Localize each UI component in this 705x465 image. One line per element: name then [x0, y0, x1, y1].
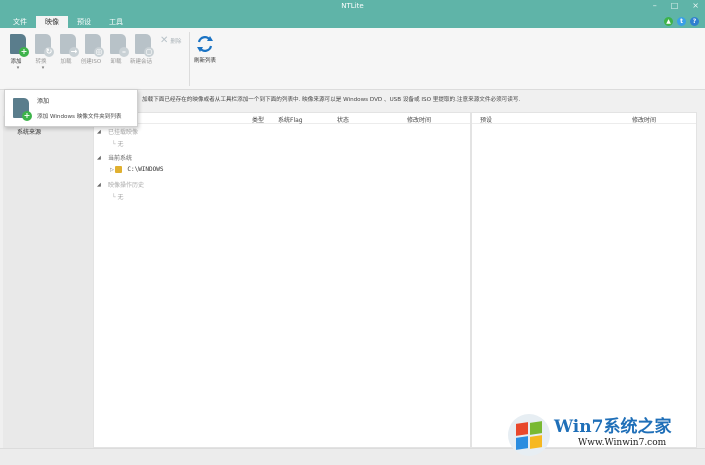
column-header-preset[interactable]: 预设 [480, 115, 492, 124]
load-label: 加载 [60, 59, 72, 65]
iso-icon: ◎ [85, 34, 104, 57]
watermark-url: Www.Winwin7.com [578, 438, 667, 448]
convert-label: 转换 [35, 59, 47, 65]
load-button[interactable]: → 加载 [56, 34, 80, 65]
add-button[interactable]: + 添加 ▾ [6, 34, 30, 71]
column-header-type[interactable]: 类型 [252, 115, 264, 124]
column-header-arch[interactable]: 系统Flag [278, 115, 303, 124]
title-icons: ▲ t ? [664, 17, 699, 26]
app-window: NTLite – □ × 文件 映像 预设 工具 ▲ t ? + 添加 ▾ ↻ … [0, 0, 705, 465]
tree-group-label: 已挂载映像 [108, 129, 139, 136]
column-header-preset-modified[interactable]: 修改时间 [632, 115, 656, 124]
tree-item-label: C:\WINDOWS [127, 166, 164, 173]
drive-icon [115, 166, 123, 173]
tree-child-label: 无 [117, 194, 124, 201]
tree-child-label: 无 [117, 141, 124, 148]
tree-group-mounted[interactable]: ◢ 已挂载映像 [97, 127, 138, 136]
column-header-modified[interactable]: 修改时间 [407, 115, 431, 124]
window-controls: – □ × [653, 1, 699, 10]
sidebar-item-system-source[interactable]: 系统来源 [17, 127, 41, 136]
delete-button[interactable]: ✕ 删除 [160, 35, 181, 46]
help-icon[interactable]: ? [690, 17, 699, 26]
ribbon-divider [189, 32, 190, 86]
tree-group-history[interactable]: ◢ 映像操作历史 [97, 180, 144, 189]
watermark: Win7系统之家 Www.Winwin7.com [508, 412, 703, 462]
add-dropdown-menu[interactable]: + 添加 添加 Windows 映像文件夹到列表 [4, 89, 138, 127]
close-icon: ✕ [160, 35, 169, 46]
create-iso-label: 创建ISO [80, 59, 102, 65]
image-list: 类型 系统Flag 状态 修改时间 ◢ 已挂载映像 └ 无 ◢ 当前系统 ▷ C… [93, 112, 471, 448]
new-session-label: 新建会话 [129, 59, 152, 65]
ribbon-toolbar: + 添加 ▾ ↻ 转换 ▾ → 加载 ◎ 创建ISO – 卸载 ○ 新建会话 ✕… [0, 28, 705, 90]
expand-icon: ◢ [97, 155, 101, 161]
tree-group-current-system[interactable]: ◢ 当前系统 [97, 153, 132, 162]
add-label: 添加 [10, 59, 22, 65]
column-header-status[interactable]: 状态 [337, 115, 349, 124]
app-title: NTLite [341, 2, 364, 10]
unload-icon: – [110, 34, 129, 57]
refresh-list-button[interactable]: 刷新列表 [191, 34, 219, 64]
tab-presets[interactable]: 预设 [68, 16, 100, 28]
android-icon[interactable]: ▲ [664, 17, 673, 26]
tree-item-windows[interactable]: ▷ C:\WINDOWS [110, 166, 163, 173]
maximize-button[interactable]: □ [671, 1, 679, 10]
add-image-icon: + [10, 34, 29, 57]
tree-group-label: 当前系统 [108, 155, 133, 162]
tree-group-label: 映像操作历史 [108, 182, 145, 189]
convert-button[interactable]: ↻ 转换 ▾ [31, 34, 55, 71]
close-button[interactable]: × [692, 1, 699, 10]
new-session-button[interactable]: ○ 新建会话 [129, 34, 155, 65]
hint-text: 加载下面已经存在的映像或者从工具栏添加一个到下面的列表中. 映像来源可以是 Wi… [142, 97, 521, 103]
menu-item-description: 添加 Windows 映像文件夹到列表 [37, 114, 122, 120]
refresh-icon [197, 36, 213, 52]
delete-label: 删除 [170, 38, 182, 45]
tree-child-none: └ 无 [112, 139, 124, 148]
tab-file[interactable]: 文件 [4, 16, 36, 28]
convert-icon: ↻ [35, 34, 54, 57]
create-iso-button[interactable]: ◎ 创建ISO [81, 34, 105, 65]
tab-image[interactable]: 映像 [36, 16, 68, 28]
tree-child-none: └ 无 [112, 192, 124, 201]
preset-header: 预设 修改时间 [472, 113, 696, 124]
chevron-down-icon: ▾ [16, 65, 20, 71]
sidebar: 系统来源 [3, 116, 93, 448]
add-image-icon: + [13, 98, 32, 121]
menu-tabs: 文件 映像 预设 工具 [4, 16, 132, 28]
watermark-brand: Win7系统之家 [554, 417, 672, 437]
new-session-icon: ○ [135, 34, 154, 57]
unload-label: 卸载 [110, 59, 122, 65]
preset-panel: 预设 修改时间 [471, 112, 697, 448]
load-icon: → [60, 34, 79, 57]
tab-tools[interactable]: 工具 [100, 16, 132, 28]
menu-item-title[interactable]: 添加 [37, 96, 49, 105]
windows-logo [508, 414, 550, 456]
chevron-down-icon: ▾ [41, 65, 45, 71]
minimize-button[interactable]: – [653, 1, 657, 10]
refresh-label: 刷新列表 [193, 58, 216, 64]
expand-icon: ◢ [97, 129, 101, 135]
expand-icon: ◢ [97, 182, 101, 188]
unload-button[interactable]: – 卸载 [106, 34, 130, 65]
title-bar: NTLite – □ × 文件 映像 预设 工具 ▲ t ? [0, 0, 705, 28]
twitter-icon[interactable]: t [677, 17, 686, 26]
table-header: 类型 系统Flag 状态 修改时间 [94, 113, 470, 124]
